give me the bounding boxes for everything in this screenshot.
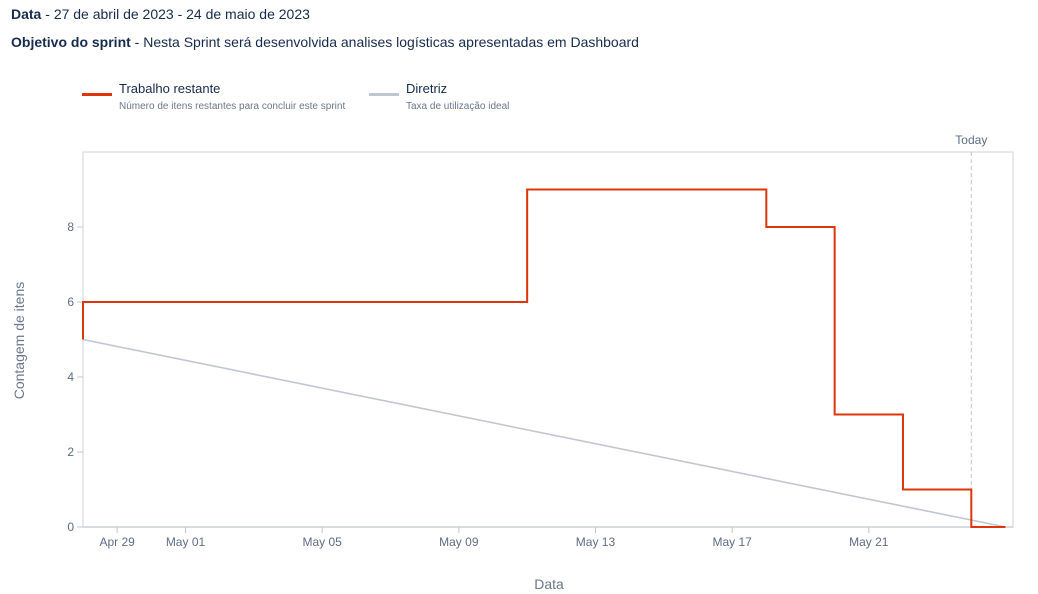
y-tick-label: 8	[67, 220, 74, 234]
x-tick-label: May 05	[302, 535, 342, 549]
today-label: Today	[955, 133, 987, 147]
burndown-chart: 0 2 4 6 8 Apr 29 May 01 May 05 May 09 May 13 May 1…	[11, 133, 1014, 592]
x-tick-label: May 01	[166, 535, 206, 549]
plot-frame	[82, 151, 1014, 528]
x-tick-label: May 21	[849, 535, 889, 549]
y-tick-label: 0	[67, 520, 74, 534]
x-tick-label: May 17	[712, 535, 752, 549]
y-axis-title: Contagem de itens	[11, 282, 27, 400]
y-tick-label: 2	[67, 445, 74, 459]
x-axis-title: Data	[534, 576, 564, 592]
y-tick-label: 6	[67, 295, 74, 309]
guideline-series-line	[82, 338, 1006, 528]
x-tick-label: May 13	[576, 535, 616, 549]
y-tick-label: 4	[67, 370, 74, 384]
x-tick-label: Apr 29	[99, 535, 135, 549]
remaining-work-series-line	[82, 188, 1006, 528]
x-tick-label: May 09	[439, 535, 479, 549]
